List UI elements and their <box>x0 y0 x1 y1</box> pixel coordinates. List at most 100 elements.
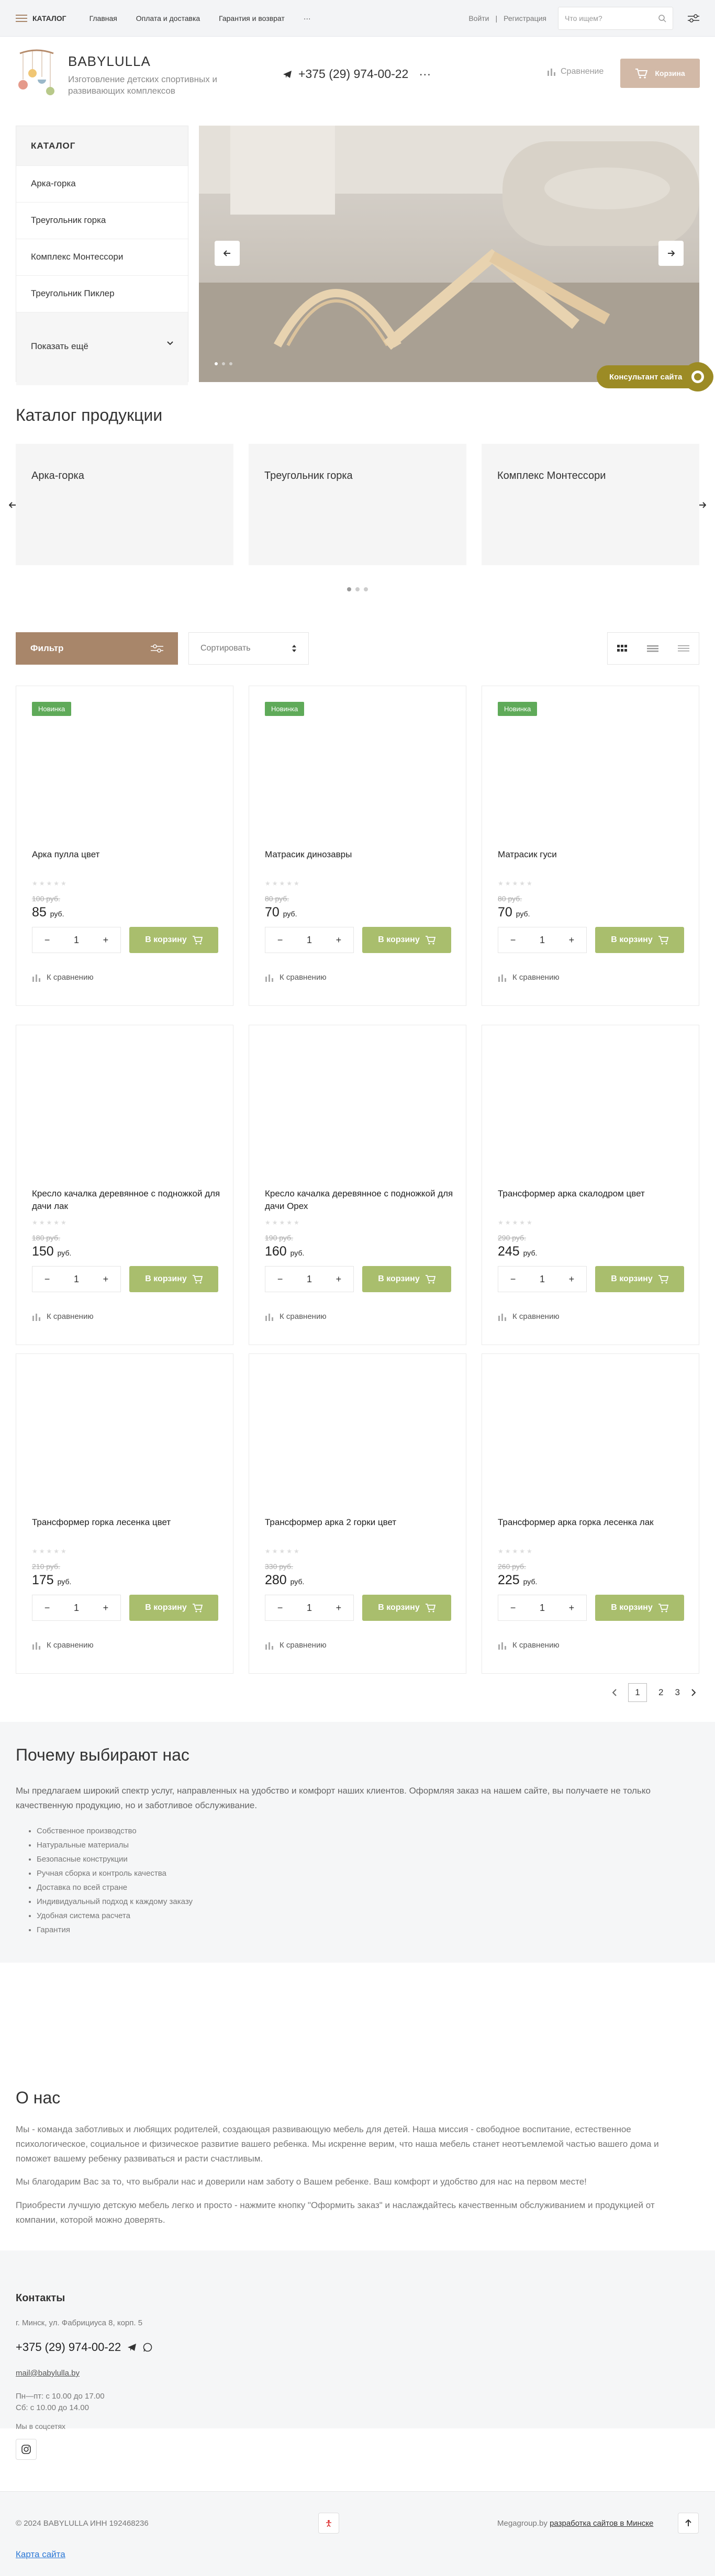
quantity-plus-button[interactable]: + <box>569 935 575 946</box>
quantity-minus-button[interactable]: − <box>277 935 283 946</box>
add-to-cart-button[interactable]: В корзину <box>595 927 684 953</box>
category-card-triangle[interactable]: Треугольник горка <box>249 444 466 565</box>
product-name[interactable]: Трансформер арка горка лесенка лак <box>498 1516 686 1529</box>
phone-number[interactable]: +375 (29) 974-00-22 <box>16 2340 121 2354</box>
quantity-plus-button[interactable]: + <box>103 1274 109 1285</box>
filter-button[interactable]: Фильтр <box>16 632 178 665</box>
compact-view-icon[interactable] <box>677 645 689 652</box>
catalog-item-arch[interactable]: Арка-горка <box>16 165 188 202</box>
catalog-item-montessori[interactable]: Комплекс Монтессори <box>16 239 188 275</box>
hero-banner[interactable] <box>199 126 699 382</box>
quantity-value[interactable]: 1 <box>540 1603 545 1614</box>
carousel-dot[interactable] <box>347 587 351 591</box>
compare-link[interactable]: Сравнение <box>547 67 604 76</box>
product-card[interactable]: Новинка Матрасик динозавры ★★★★★ 80 руб.… <box>249 686 466 1006</box>
basket-button[interactable]: Корзина <box>620 59 700 88</box>
add-to-compare[interactable]: К сравнению <box>498 1641 560 1650</box>
quantity-plus-button[interactable]: + <box>103 935 109 946</box>
quantity-plus-button[interactable]: + <box>103 1603 109 1614</box>
quantity-minus-button[interactable]: − <box>277 1274 283 1285</box>
quantity-plus-button[interactable]: + <box>336 935 342 946</box>
quantity-value[interactable]: 1 <box>307 1603 312 1614</box>
product-card[interactable]: Трансформер арка скалодром цвет ★★★★★ 29… <box>482 1025 699 1345</box>
accessibility-icon[interactable] <box>318 2513 339 2534</box>
page-3[interactable]: 3 <box>675 1687 679 1698</box>
catalog-item-triangle[interactable]: Треугольник горка <box>16 202 188 239</box>
quantity-minus-button[interactable]: − <box>510 935 516 946</box>
product-name[interactable]: Кресло качалка деревянное с подножкой дл… <box>32 1188 220 1213</box>
page-2[interactable]: 2 <box>658 1687 663 1698</box>
banner-dot[interactable] <box>229 362 232 365</box>
catalog-next-arrow[interactable] <box>692 495 713 516</box>
add-to-compare[interactable]: К сравнению <box>265 1641 327 1650</box>
add-to-compare[interactable]: К сравнению <box>32 973 94 982</box>
nav-more[interactable]: ··· <box>304 14 311 23</box>
product-card[interactable]: Кресло качалка деревянное с подножкой дл… <box>249 1025 466 1345</box>
prev-page-icon[interactable] <box>612 1689 617 1696</box>
add-to-compare[interactable]: К сравнению <box>32 1641 94 1650</box>
nav-warranty[interactable]: Гарантия и возврат <box>219 14 285 23</box>
register-link[interactable]: Регистрация <box>504 14 546 23</box>
quantity-plus-button[interactable]: + <box>336 1603 342 1614</box>
add-to-cart-button[interactable]: В корзину <box>129 1266 218 1292</box>
add-to-compare[interactable]: К сравнению <box>32 1312 94 1321</box>
product-name[interactable]: Трансформер арка скалодром цвет <box>498 1188 686 1200</box>
nav-payment-delivery[interactable]: Оплата и доставка <box>136 14 200 23</box>
product-name[interactable]: Трансформер арка 2 горки цвет <box>265 1516 453 1529</box>
grid-view-icon[interactable] <box>617 645 628 652</box>
banner-prev-button[interactable] <box>215 241 240 266</box>
telegram-icon[interactable] <box>127 2343 137 2351</box>
add-to-compare[interactable]: К сравнению <box>265 973 327 982</box>
logo-icon[interactable] <box>16 48 58 98</box>
banner-dot[interactable] <box>215 362 218 365</box>
add-to-compare[interactable]: К сравнению <box>498 973 560 982</box>
quantity-plus-button[interactable]: + <box>336 1274 342 1285</box>
catalog-item-pikler[interactable]: Треугольник Пиклер <box>16 275 188 312</box>
product-card[interactable]: Новинка Матрасик гуси ★★★★★ 80 руб. 70 р… <box>482 686 699 1006</box>
header-phone[interactable]: +375 (29) 974-00-22 ··· <box>283 67 431 81</box>
chat-icon[interactable] <box>683 362 712 391</box>
quantity-minus-button[interactable]: − <box>510 1274 516 1285</box>
instagram-icon[interactable] <box>16 2439 37 2460</box>
quantity-value[interactable]: 1 <box>74 1603 79 1614</box>
banner-next-button[interactable] <box>658 241 684 266</box>
next-page-icon[interactable] <box>691 1689 696 1696</box>
quantity-minus-button[interactable]: − <box>277 1603 283 1614</box>
product-card[interactable]: Кресло качалка деревянное с подножкой дл… <box>16 1025 233 1345</box>
phone-more[interactable]: ··· <box>419 67 431 81</box>
quantity-minus-button[interactable]: − <box>510 1603 516 1614</box>
contacts-phone[interactable]: +375 (29) 974-00-22 <box>16 2340 152 2354</box>
quantity-value[interactable]: 1 <box>74 935 79 946</box>
carousel-dot[interactable] <box>355 587 360 591</box>
add-to-cart-button[interactable]: В корзину <box>362 1266 451 1292</box>
search-icon[interactable] <box>658 14 666 23</box>
product-card[interactable]: Новинка Арка пулла цвет ★★★★★ 100 руб. 8… <box>16 686 233 1006</box>
nav-home[interactable]: Главная <box>90 14 117 23</box>
add-to-cart-button[interactable]: В корзину <box>129 927 218 953</box>
product-name[interactable]: Арка пулла цвет <box>32 848 220 861</box>
quantity-plus-button[interactable]: + <box>569 1603 575 1614</box>
add-to-cart-button[interactable]: В корзину <box>595 1595 684 1621</box>
sort-dropdown[interactable]: Сортировать <box>188 632 309 665</box>
quantity-plus-button[interactable]: + <box>569 1274 575 1285</box>
quantity-minus-button[interactable]: − <box>44 935 50 946</box>
product-card[interactable]: Трансформер арка горка лесенка лак ★★★★★… <box>482 1353 699 1674</box>
banner-dot[interactable] <box>222 362 225 365</box>
contacts-email[interactable]: mail@babylulla.by <box>16 2369 80 2378</box>
whatsapp-icon[interactable] <box>143 2343 152 2352</box>
settings-icon[interactable] <box>688 14 699 23</box>
product-card[interactable]: Трансформер горка лесенка цвет ★★★★★ 210… <box>16 1353 233 1674</box>
add-to-compare[interactable]: К сравнению <box>498 1312 560 1321</box>
carousel-dot[interactable] <box>364 587 368 591</box>
sitemap-link[interactable]: Карта сайта <box>16 2549 65 2560</box>
add-to-cart-button[interactable]: В корзину <box>129 1595 218 1621</box>
login-link[interactable]: Войти <box>468 14 489 23</box>
quantity-value[interactable]: 1 <box>307 935 312 946</box>
add-to-cart-button[interactable]: В корзину <box>362 1595 451 1621</box>
quantity-minus-button[interactable]: − <box>44 1274 50 1285</box>
brand-name[interactable]: BABYLULLA <box>68 53 241 70</box>
category-card-montessori[interactable]: Комплекс Монтессори <box>482 444 699 565</box>
quantity-value[interactable]: 1 <box>540 935 545 946</box>
phone-number[interactable]: +375 (29) 974-00-22 <box>298 67 408 81</box>
add-to-compare[interactable]: К сравнению <box>265 1312 327 1321</box>
